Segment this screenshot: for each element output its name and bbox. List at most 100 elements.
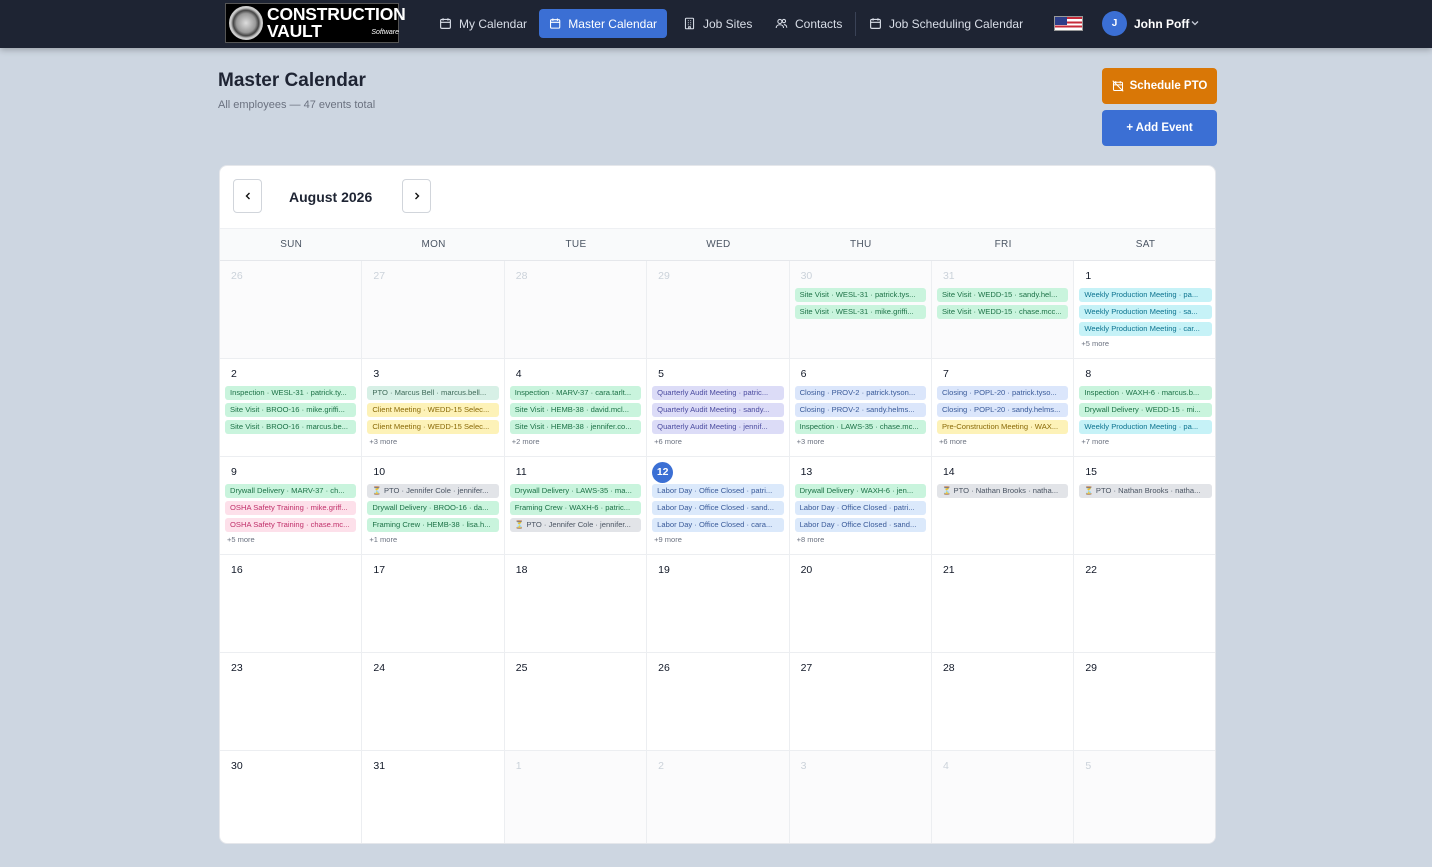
- more-events-link[interactable]: +1 more: [367, 535, 498, 544]
- day-cell[interactable]: 1 Weekly Production Meeting · pa... Weekly…: [1074, 261, 1215, 359]
- calendar-event[interactable]: Closing · POPL-20 · sandy.helms...: [936, 403, 1069, 417]
- calendar-event[interactable]: Drywall Delivery · BROO-16 · da...: [367, 501, 499, 515]
- day-cell[interactable]: 14 ⏳ PTO · Nathan Brooks · natha...: [931, 457, 1075, 555]
- day-cell[interactable]: 15 ⏳ PTO · Nathan Brooks · natha...: [1074, 457, 1215, 555]
- more-events-link[interactable]: +8 more: [795, 535, 926, 544]
- calendar-event[interactable]: ⏳ PTO · Jennifer Cole · jennifer...: [367, 484, 499, 498]
- day-cell[interactable]: 1: [504, 751, 648, 843]
- day-cell[interactable]: 20: [789, 555, 932, 653]
- calendar-event[interactable]: Labor Day · Office Closed · patri...: [794, 501, 926, 515]
- day-cell[interactable]: 11 Drywall Delivery · LAWS-35 · ma... Fram…: [504, 457, 648, 555]
- calendar-event[interactable]: Quarterly Audit Meeting · sandy...: [652, 403, 784, 417]
- day-cell[interactable]: 19: [647, 555, 790, 653]
- day-cell[interactable]: 10 ⏳ PTO · Jennifer Cole · jennifer... Dry…: [362, 457, 505, 555]
- calendar-event[interactable]: Site Visit · WEDD-15 · sandy.hel...: [936, 288, 1069, 302]
- calendar-event[interactable]: Closing · PROV-2 · patrick.tyson...: [794, 386, 926, 400]
- calendar-event[interactable]: PTO · Marcus Bell · marcus.bell...: [367, 386, 499, 400]
- day-cell[interactable]: 7 Closing · POPL-20 · patrick.tyso... Clos…: [931, 359, 1075, 457]
- calendar-event[interactable]: Labor Day · Office Closed · sand...: [652, 501, 784, 515]
- calendar-event[interactable]: Client Meeting · WEDD-15 Selec...: [367, 403, 499, 417]
- calendar-event[interactable]: Site Visit · BROO-16 · marcus.be...: [225, 420, 357, 434]
- calendar-event[interactable]: Site Visit · HEMB-38 · david.mcl...: [509, 403, 642, 417]
- day-cell[interactable]: 27: [789, 653, 932, 751]
- chevron-down-icon[interactable]: [1190, 18, 1200, 28]
- more-events-link[interactable]: +6 more: [937, 437, 1068, 446]
- calendar-event[interactable]: Inspection · LAWS-35 · chase.mc...: [794, 420, 926, 434]
- calendar-event[interactable]: OSHA Safety Training · mike.griff...: [225, 501, 357, 515]
- day-cell[interactable]: 30: [220, 751, 363, 843]
- day-cell[interactable]: 30 Site Visit · WESL-31 · patrick.tys... S…: [789, 261, 932, 359]
- calendar-event[interactable]: Labor Day · Office Closed · patri...: [652, 484, 784, 498]
- nav-job-sites[interactable]: Job Sites: [673, 9, 762, 38]
- more-events-link[interactable]: +9 more: [652, 535, 783, 544]
- calendar-event[interactable]: Inspection · MARV-37 · cara.tarlt...: [509, 386, 642, 400]
- nav-job-scheduling-calendar[interactable]: Job Scheduling Calendar: [859, 9, 1033, 38]
- day-cell[interactable]: 9 Drywall Delivery · MARV-37 · ch... OSHA …: [220, 457, 363, 555]
- calendar-event[interactable]: Quarterly Audit Meeting · jennif...: [652, 420, 784, 434]
- day-cell[interactable]: 23: [220, 653, 363, 751]
- day-cell[interactable]: 28: [504, 261, 648, 359]
- nav-master-calendar[interactable]: Master Calendar: [539, 9, 667, 38]
- more-events-link[interactable]: +3 more: [367, 437, 498, 446]
- more-events-link[interactable]: +5 more: [225, 535, 356, 544]
- day-cell[interactable]: 2: [647, 751, 790, 843]
- schedule-pto-button[interactable]: Schedule PTO: [1102, 68, 1217, 104]
- calendar-event[interactable]: Site Visit · WESL-31 · mike.griffi...: [794, 305, 926, 319]
- calendar-event[interactable]: Framing Crew · WAXH-6 · patric...: [509, 501, 642, 515]
- calendar-event[interactable]: Closing · PROV-2 · sandy.helms...: [794, 403, 926, 417]
- day-cell[interactable]: 29: [647, 261, 790, 359]
- calendar-event[interactable]: Weekly Production Meeting · sa...: [1079, 305, 1212, 319]
- day-cell[interactable]: 3: [789, 751, 932, 843]
- calendar-event[interactable]: Closing · POPL-20 · patrick.tyso...: [936, 386, 1069, 400]
- calendar-event[interactable]: Site Visit · WEDD-15 · chase.mcc...: [936, 305, 1069, 319]
- day-cell[interactable]: 8 Inspection · WAXH-6 · marcus.b... Drywal…: [1074, 359, 1215, 457]
- next-month-button[interactable]: [402, 179, 431, 213]
- calendar-event[interactable]: Drywall Delivery · LAWS-35 · ma...: [509, 484, 642, 498]
- day-cell[interactable]: 25: [504, 653, 648, 751]
- construction-vault-logo[interactable]: CONSTRUCTION VAULT Software: [225, 3, 406, 43]
- more-events-link[interactable]: +6 more: [652, 437, 783, 446]
- day-cell[interactable]: 2 Inspection · WESL-31 · patrick.ty... Sit…: [220, 359, 363, 457]
- calendar-event[interactable]: Site Visit · HEMB-38 · jennifer.co...: [509, 420, 642, 434]
- calendar-event[interactable]: ⏳ PTO · Nathan Brooks · natha...: [1079, 484, 1212, 498]
- day-cell[interactable]: 31: [362, 751, 505, 843]
- calendar-event[interactable]: ⏳ PTO · Nathan Brooks · natha...: [936, 484, 1069, 498]
- day-cell[interactable]: 29: [1074, 653, 1215, 751]
- day-cell[interactable]: 6 Closing · PROV-2 · patrick.tyson... Clos…: [789, 359, 932, 457]
- calendar-event[interactable]: Inspection · WESL-31 · patrick.ty...: [225, 386, 357, 400]
- day-cell[interactable]: 17: [362, 555, 505, 653]
- calendar-event[interactable]: Weekly Production Meeting · car...: [1079, 322, 1212, 336]
- calendar-event[interactable]: Client Meeting · WEDD-15 Selec...: [367, 420, 499, 434]
- more-events-link[interactable]: +7 more: [1079, 437, 1211, 446]
- calendar-event[interactable]: Labor Day · Office Closed · cara...: [652, 518, 784, 532]
- us-flag-icon[interactable]: [1054, 16, 1083, 31]
- day-cell[interactable]: 27: [362, 261, 505, 359]
- day-cell[interactable]: 16: [220, 555, 363, 653]
- calendar-event[interactable]: Weekly Production Meeting · pa...: [1079, 288, 1212, 302]
- day-cell[interactable]: 5 Quarterly Audit Meeting · patric... Quar…: [647, 359, 790, 457]
- day-cell[interactable]: 21: [931, 555, 1075, 653]
- day-cell[interactable]: 13 Drywall Delivery · WAXH-6 · jen... Labo…: [789, 457, 932, 555]
- calendar-event[interactable]: Weekly Production Meeting · pa...: [1079, 420, 1212, 434]
- user-name[interactable]: John Poff: [1134, 17, 1189, 31]
- day-cell[interactable]: 28: [931, 653, 1075, 751]
- day-cell[interactable]: 26: [220, 261, 363, 359]
- day-cell[interactable]: 5: [1074, 751, 1215, 843]
- nav-contacts[interactable]: Contacts: [765, 9, 852, 38]
- calendar-event[interactable]: Framing Crew · HEMB-38 · lisa.h...: [367, 518, 499, 532]
- day-cell[interactable]: 22: [1074, 555, 1215, 653]
- day-cell[interactable]: 24: [362, 653, 505, 751]
- calendar-event[interactable]: Drywall Delivery · WEDD-15 · mi...: [1079, 403, 1212, 417]
- day-cell[interactable]: 4 Inspection · MARV-37 · cara.tarlt... Sit…: [504, 359, 648, 457]
- day-cell[interactable]: 31 Site Visit · WEDD-15 · sandy.hel... Sit…: [931, 261, 1075, 359]
- user-avatar[interactable]: J: [1102, 11, 1127, 36]
- more-events-link[interactable]: +3 more: [795, 437, 926, 446]
- previous-month-button[interactable]: [233, 179, 262, 213]
- more-events-link[interactable]: +5 more: [1079, 339, 1211, 348]
- calendar-event[interactable]: Drywall Delivery · WAXH-6 · jen...: [794, 484, 926, 498]
- day-cell[interactable]: 18: [504, 555, 648, 653]
- add-event-button[interactable]: + Add Event: [1102, 110, 1217, 146]
- calendar-event[interactable]: OSHA Safety Training · chase.mc...: [225, 518, 357, 532]
- day-cell[interactable]: 26: [647, 653, 790, 751]
- calendar-event[interactable]: Inspection · WAXH-6 · marcus.b...: [1079, 386, 1212, 400]
